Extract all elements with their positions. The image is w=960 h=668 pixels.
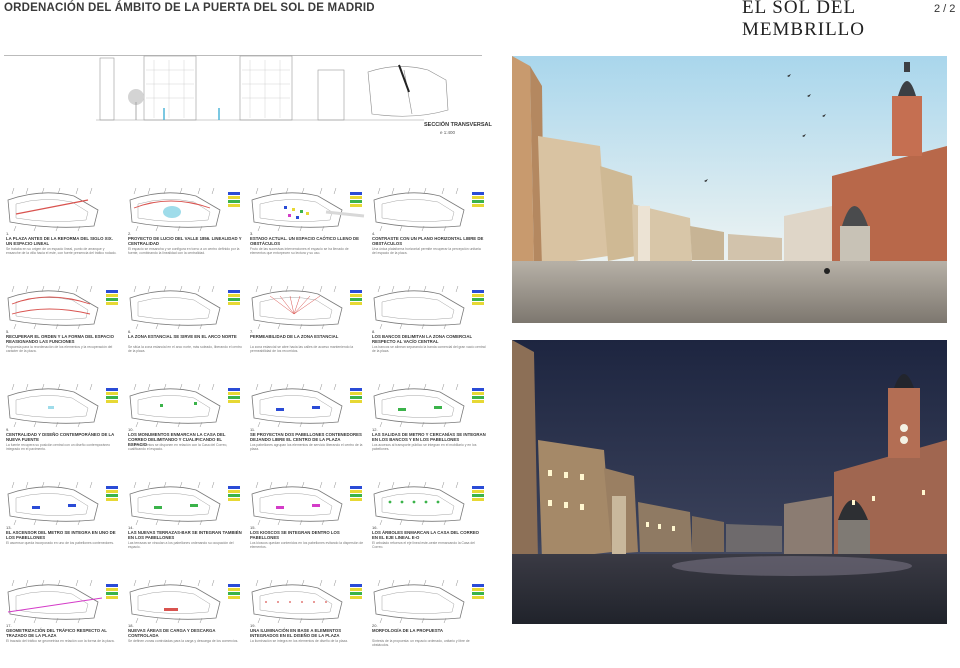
plan-drawing xyxy=(7,187,99,232)
panel-description: Se sitúa la zona estancial en el arco no… xyxy=(128,345,242,354)
panel-title: PERMEABILIDAD DE LA ZONA ESTANCIAL xyxy=(250,334,339,339)
plan-panel: 18. NUEVAS ÁREAS DE CARGA Y DESCARGA CONT… xyxy=(124,578,246,668)
plan-panel: 3. ESTADO ACTUAL. UN ESPACIO CAÓTICO LLEN… xyxy=(246,186,368,282)
panel-description: La zona estancial se abre hacia las call… xyxy=(250,345,354,354)
panel-title: LA ZONA ESTANCIAL SE SIRVE EN EL ARCO NO… xyxy=(128,334,237,339)
plan-drawing xyxy=(129,187,240,232)
page-title: ORDENACIÓN DEL ÁMBITO DE LA PUERTA DEL S… xyxy=(4,2,375,14)
plan-drawing xyxy=(129,383,240,428)
plan-panel: 5. RECUPERAR EL ORDEN Y LA FORMA DEL ESPA… xyxy=(2,284,124,380)
plan-panel: 17. GEOMETRIZACIÓN DEL TRÁFICO RESPECTO A… xyxy=(2,578,124,668)
plan-drawing xyxy=(251,579,362,624)
plan-panel: 11. SE PROYECTAN DOS PABELLONES CONTENEDO… xyxy=(246,382,368,478)
plan-drawing xyxy=(251,481,362,526)
plan-drawing xyxy=(373,285,484,330)
brand-title: EL SOL DEL MEMBRILLO xyxy=(742,0,865,40)
plan-panel: 2. PROYECTO DE LUCIO DEL VALLE 1856. LINE… xyxy=(124,186,246,282)
panel-title: NUEVAS ÁREAS DE CARGA Y DESCARGA CONTROL… xyxy=(128,628,216,638)
panel-title: MORFOLOGÍA DE LA PROPUESTA xyxy=(372,628,443,633)
render-day xyxy=(512,56,947,323)
plan-panel: 12. LAS SALIDAS DE METRO Y CERCANÍAS SE I… xyxy=(368,382,490,478)
panel-description: Los monumentos se disponen en relación c… xyxy=(128,443,228,452)
panel-description: Los pabellones agrupan los elementos de … xyxy=(250,443,363,452)
render-night xyxy=(512,340,947,624)
plan-panel: 19. UNA ILUMINACIÓN EN BASE A ELEMENTOS I… xyxy=(246,578,368,668)
panel-title: LOS KIOSCOS SE INTEGRAN DENTRO LOS PABEL… xyxy=(250,530,340,540)
plan-drawing xyxy=(373,579,484,624)
section-scale: e 1:400 xyxy=(440,130,456,135)
plan-panel: 16. LOS ÁRBOLES ENMARCAN LA CASA DEL CORR… xyxy=(368,480,490,576)
plan-panel: 4. CONTRASTE CON UN PLANO HORIZONTAL LIBR… xyxy=(368,186,490,282)
plan-panel: 1. LA PLAZA ANTES DE LA REFORMA DEL SIGLO… xyxy=(2,186,124,282)
plan-panel: 8. LOS BANCOS DELIMITAN LA ZONA COMERCIAL… xyxy=(368,284,490,380)
plan-panel: 10. LOS MONUMENTOS ENMARCAN LA CASA DEL C… xyxy=(124,382,246,478)
plan-panel: 6. LA ZONA ESTANCIAL SE SIRVE EN EL ARCO … xyxy=(124,284,246,380)
panel-title: CONTRASTE CON UN PLANO HORIZONTAL LIBRE … xyxy=(372,236,484,246)
plan-panel: 13. EL ASCENSOR DEL METRO SE INTEGRA EN U… xyxy=(2,480,124,576)
panel-title: PROYECTO DE LUCIO DEL VALLE 1856. LINEAL… xyxy=(128,236,242,246)
panel-description: Se definen zonas controladas para la car… xyxy=(128,639,239,643)
panel-title: GEOMETRIZACIÓN DEL TRÁFICO RESPECTO AL T… xyxy=(6,628,107,638)
plan-drawing xyxy=(129,481,240,526)
panel-title: LAS NUEVAS TERRAZAS-BAR SE INTEGRAN TAMB… xyxy=(128,530,242,540)
panel-description: Síntesis de la propuesta: un espacio ord… xyxy=(372,639,470,648)
panel-description: El arbolado refuerza el eje lineal este-… xyxy=(372,541,475,550)
panel-title: RECUPERAR EL ORDEN Y LA FORMA DEL ESPACI… xyxy=(6,334,114,344)
plan-drawing xyxy=(129,285,240,330)
plan-panel: 15. LOS KIOSCOS SE INTEGRAN DENTRO LOS PA… xyxy=(246,480,368,576)
panel-description: El trazado del tráfico se geometriza en … xyxy=(6,639,115,643)
panel-description: Una única plataforma horizontal permite … xyxy=(372,247,481,256)
panel-title: LOS ÁRBOLES ENMARCAN LA CASA DEL CORREO … xyxy=(372,530,480,540)
plan-panel: 14. LAS NUEVAS TERRAZAS-BAR SE INTEGRAN T… xyxy=(124,480,246,576)
panel-title: LAS SALIDAS DE METRO Y CERCANÍAS SE INTE… xyxy=(372,432,486,442)
plan-drawing xyxy=(251,383,362,428)
panel-description: Fruto de las sucesivas intervenciones el… xyxy=(250,247,349,256)
plans-grid: 1. LA PLAZA ANTES DE LA REFORMA DEL SIGLO… xyxy=(0,186,490,668)
section-label: SECCIÓN TRANSVERSAL xyxy=(424,122,492,128)
plan-drawing xyxy=(373,187,484,232)
panel-description: Se trataba en su origen de un espacio li… xyxy=(6,247,117,256)
panel-description: El espacio se ensancha y se configura en… xyxy=(128,247,240,256)
elevation-drawing xyxy=(96,55,449,121)
panel-description: Los accesos al transporte público se int… xyxy=(372,443,477,452)
plan-drawing xyxy=(7,481,118,526)
plan-drawing xyxy=(7,285,118,330)
panel-title: LA PLAZA ANTES DE LA REFORMA DEL SIGLO X… xyxy=(6,236,113,246)
panel-description: Propuesta para la reordenación de los el… xyxy=(6,345,113,354)
panel-title: EL ASCENSOR DEL METRO SE INTEGRA EN UNO … xyxy=(6,530,116,540)
plan-panel: 7. PERMEABILIDAD DE LA ZONA ESTANCIAL La z… xyxy=(246,284,368,380)
page-number: 2 / 2 xyxy=(934,3,956,15)
plan-drawing xyxy=(373,481,484,526)
panel-description: Las terrazas se vinculan a los pabellone… xyxy=(128,541,234,550)
panel-title: CENTRALIDAD Y DISEÑO CONTEMPORÁNEO DE LA… xyxy=(6,432,115,442)
panel-title: SE PROYECTAN DOS PABELLONES CONTENEDORES… xyxy=(250,432,362,442)
plan-drawing xyxy=(251,187,365,232)
plan-panel: 20. MORFOLOGÍA DE LA PROPUESTA Síntesis de… xyxy=(368,578,490,668)
panel-title: UNA ILUMINACIÓN EN BASE A ELEMENTOS INTE… xyxy=(250,628,342,638)
plan-drawing xyxy=(7,579,118,624)
plan-panel: 9. CENTRALIDAD Y DISEÑO CONTEMPORÁNEO DE … xyxy=(2,382,124,478)
plan-drawing xyxy=(7,383,118,428)
panel-description: La fuente recupera su posición central c… xyxy=(6,443,111,452)
panel-title: LOS BANCOS DELIMITAN LA ZONA COMERCIAL R… xyxy=(372,334,473,344)
panel-title: ESTADO ACTUAL. UN ESPACIO CAÓTICO LLENO … xyxy=(250,236,360,246)
panel-description: El ascensor queda incorporado en uno de … xyxy=(6,541,115,545)
panel-description: La iluminación se integra en los element… xyxy=(250,639,349,643)
panel-description: Los kioscos quedan contenidos en los pab… xyxy=(250,541,364,550)
plan-drawing xyxy=(373,383,484,428)
plan-drawing xyxy=(129,579,240,624)
plan-drawing xyxy=(251,285,362,330)
panel-description: Los bancos se alinean separando la banda… xyxy=(372,345,486,354)
